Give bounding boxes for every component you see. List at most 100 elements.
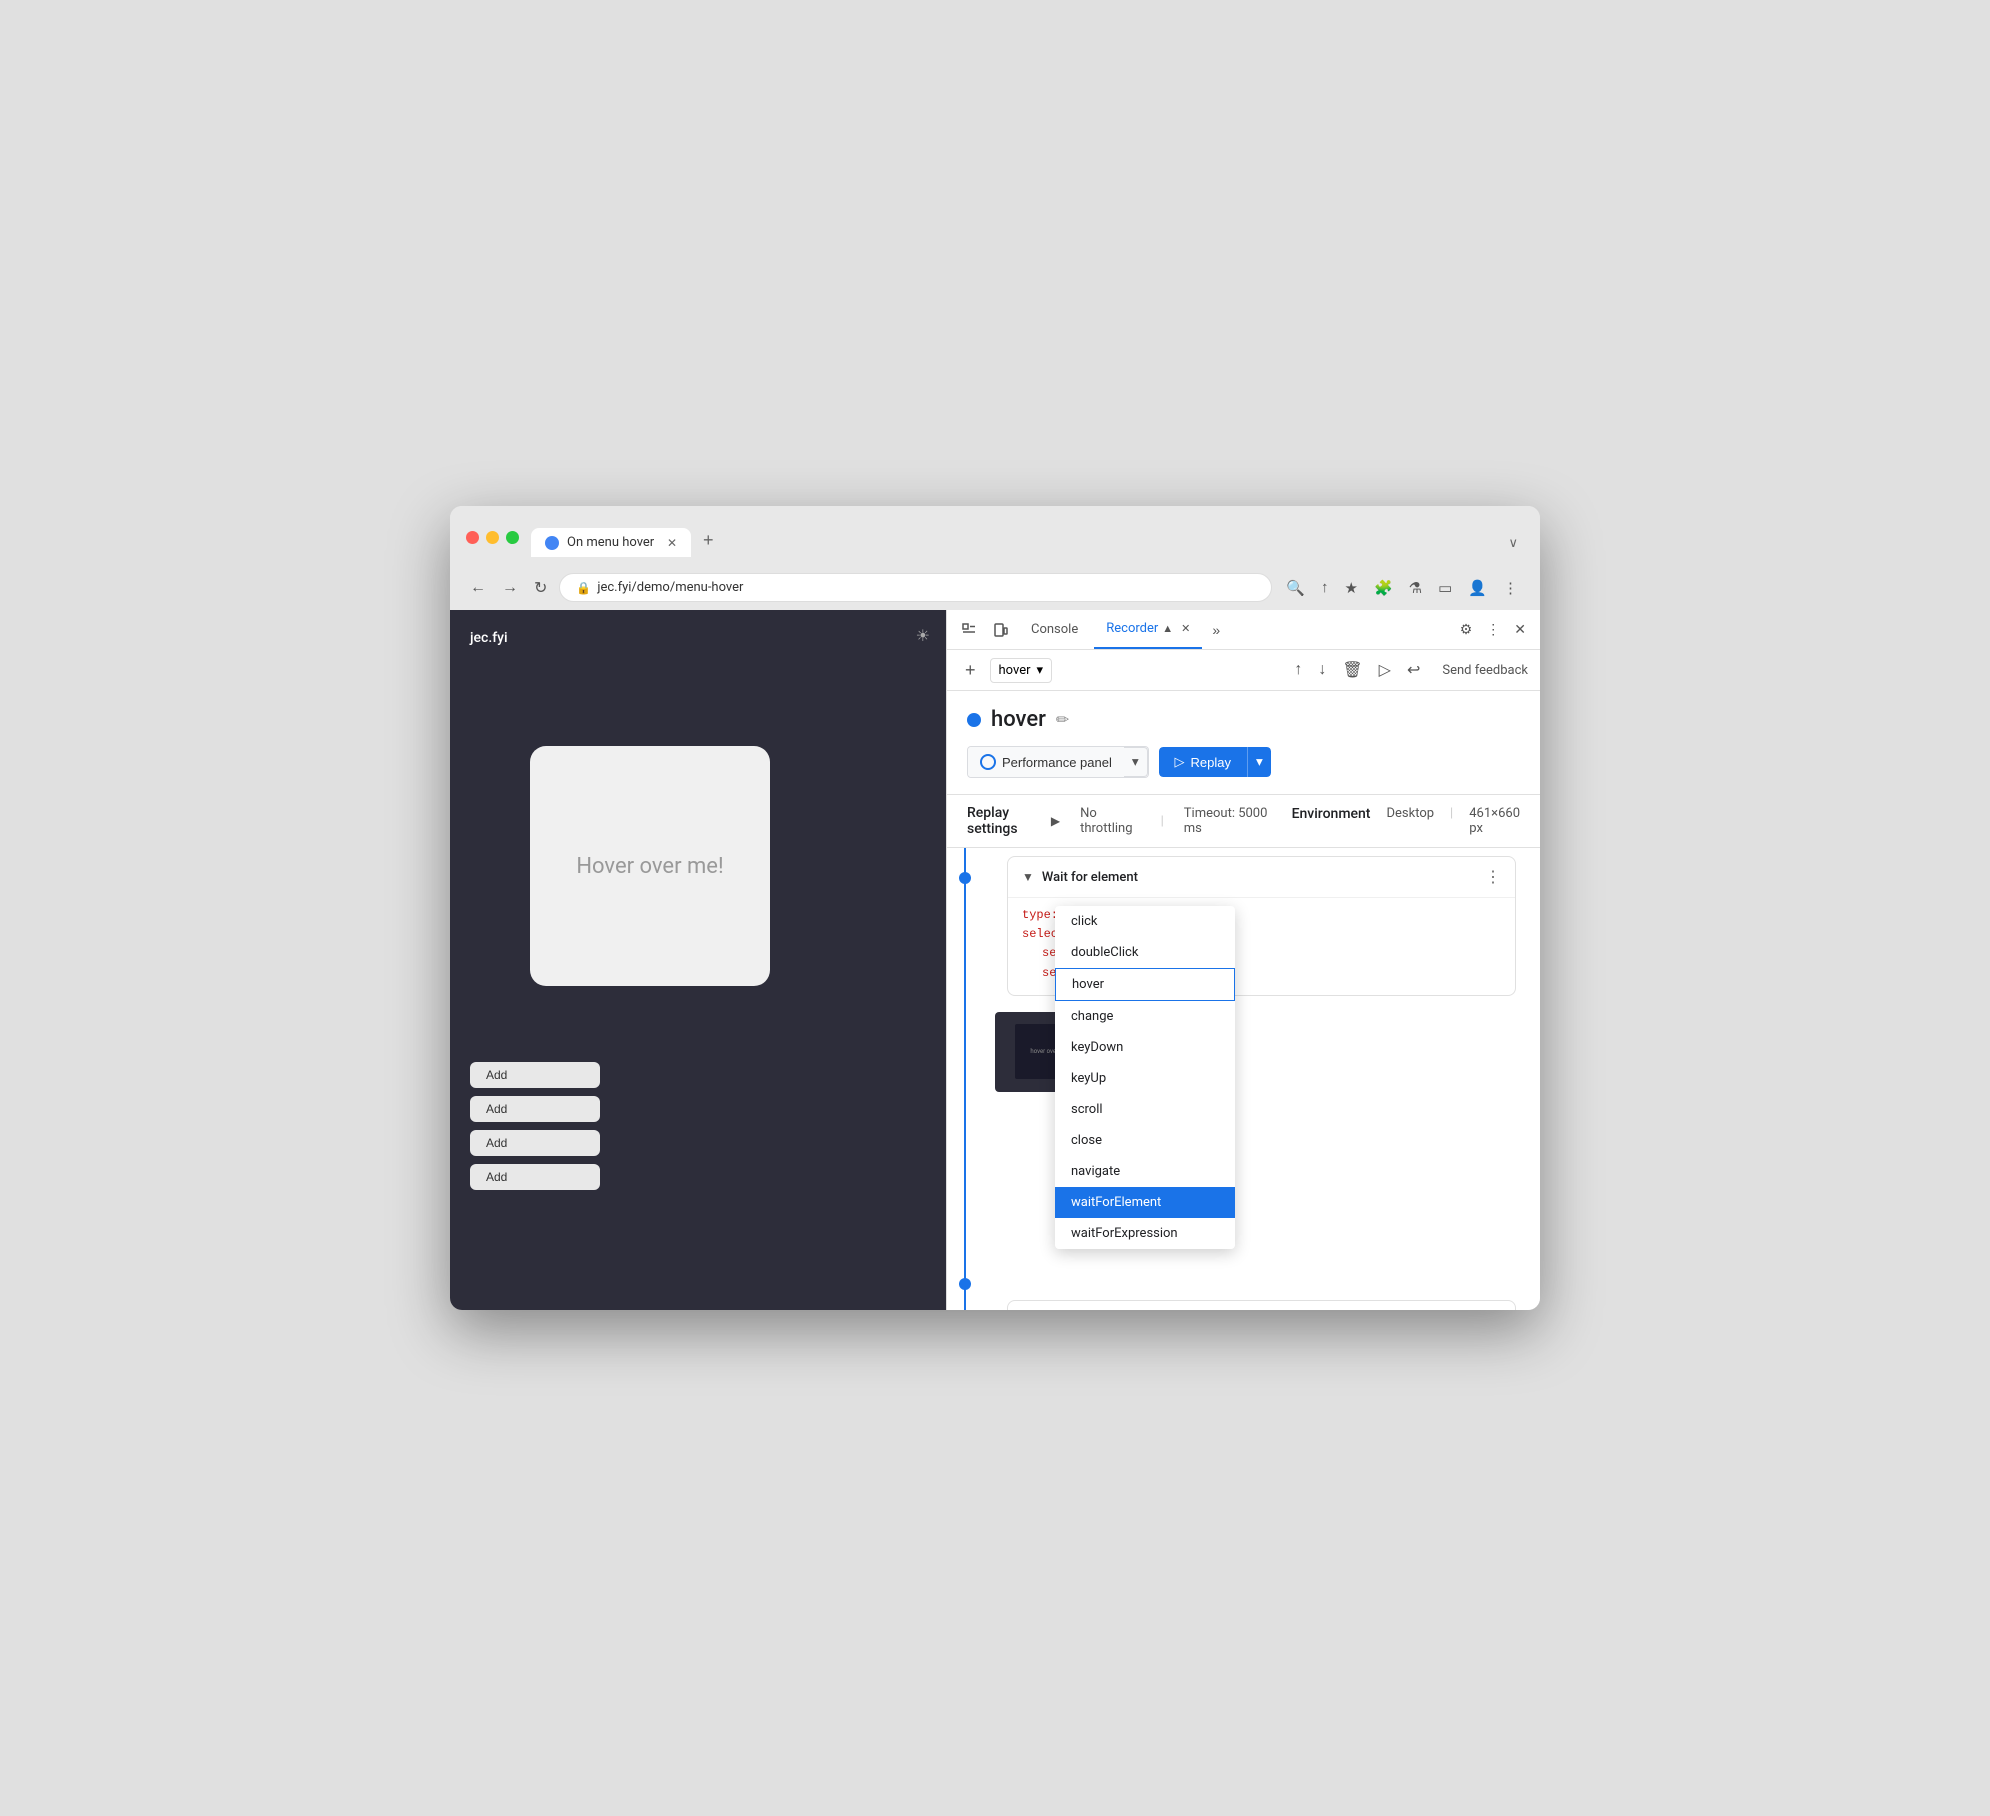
browser-toolbar-icons: 🔍 ↑ ★ 🧩 ⚗ ▭ 👤 ⋮ [1280, 575, 1524, 601]
extensions-button[interactable]: 🧩 [1368, 575, 1399, 601]
steps-list: ▼ Wait for element ⋮ type: [983, 848, 1540, 1310]
tab-recorder[interactable]: Recorder ▲ ✕ [1094, 610, 1202, 649]
undo-button[interactable]: ↩ [1401, 656, 1426, 684]
delete-button[interactable]: 🗑 [1336, 656, 1368, 684]
dropdown-item-waitforexpression[interactable]: waitForExpression [1055, 1218, 1235, 1249]
play-once-button[interactable]: ▷ [1373, 656, 1397, 684]
tab-favicon [545, 536, 559, 550]
devtools-panel: Console Recorder ▲ ✕ » ⚙ ⋮ ✕ [946, 610, 1540, 1310]
replay-settings-title: Replay settings [967, 805, 1045, 837]
tab-overflow-button[interactable]: ∨ [1502, 530, 1524, 557]
devtools-settings-button[interactable]: ⚙ [1454, 617, 1479, 642]
profile-button[interactable]: 👤 [1462, 575, 1493, 601]
dimensions-label: 461×660 px [1469, 806, 1520, 836]
step-1-menu-button[interactable]: ⋮ [1485, 867, 1501, 887]
recording-title: hover [991, 707, 1046, 732]
theme-toggle-button[interactable]: ☀ [916, 626, 930, 646]
hover-card[interactable]: Hover over me! [530, 746, 770, 986]
hover-card-text: Hover over me! [576, 854, 723, 879]
add-step-button-4[interactable]: Add [470, 1164, 600, 1190]
experiments-button[interactable]: ⚗ [1403, 575, 1428, 601]
add-step-buttons-container: Add Add Add Add [470, 1062, 600, 1190]
dropdown-item-scroll[interactable]: scroll [1055, 1094, 1235, 1125]
forward-button[interactable]: → [498, 575, 522, 601]
element-selector-icon[interactable] [955, 618, 983, 642]
device-toolbar-icon[interactable] [987, 618, 1015, 642]
url-text: jec.fyi/demo/menu-hover [597, 580, 743, 595]
title-bar: On menu hover ✕ + ∨ [450, 506, 1540, 565]
recording-info: hover ✏ Performance panel ▾ [947, 691, 1540, 795]
back-button[interactable]: ← [466, 575, 490, 601]
search-button[interactable]: 🔍 [1280, 575, 1311, 601]
browser-tab[interactable]: On menu hover ✕ [531, 528, 691, 557]
devtools-close-button[interactable]: ✕ [1508, 617, 1532, 642]
add-step-button-1[interactable]: Add [470, 1062, 600, 1088]
more-button[interactable]: ⋮ [1497, 575, 1524, 601]
add-step-button-3[interactable]: Add [470, 1130, 600, 1156]
sidebar-button[interactable]: ▭ [1432, 575, 1458, 601]
add-step-button-2[interactable]: Add [470, 1096, 600, 1122]
dropdown-item-keydown[interactable]: keyDown [1055, 1032, 1235, 1063]
tab-console[interactable]: Console [1019, 610, 1090, 649]
timeline-dot-1 [959, 872, 971, 884]
dropdown-item-doubleclick[interactable]: doubleClick [1055, 937, 1235, 968]
refresh-button[interactable]: ↻ [530, 574, 551, 602]
replay-settings-bar: Replay settings ▶ No throttling | Timeou… [947, 795, 1540, 848]
recording-status-dot [967, 713, 981, 727]
send-feedback-link[interactable]: Send feedback [1442, 663, 1528, 678]
export-button[interactable]: ↑ [1288, 656, 1308, 684]
replay-button[interactable]: ▷ Replay [1159, 747, 1247, 777]
recorder-action-buttons: ↑ ↓ 🗑 ▷ ↩ [1288, 656, 1426, 684]
settings-divider-1: | [1161, 814, 1164, 829]
wait-for-element-header[interactable]: ▼ Wait for element ⋮ [1008, 857, 1515, 897]
more-tabs-button[interactable]: » [1206, 618, 1226, 642]
timeline-dot-2 [959, 1278, 971, 1290]
tab-bar: On menu hover ✕ + ∨ [531, 524, 1524, 557]
replay-options-button[interactable]: ▾ [1247, 747, 1271, 777]
desktop-label: Desktop [1386, 806, 1434, 836]
page-content: jec.fyi ☀ Hover over me! Add Add Add Add [450, 610, 946, 1310]
performance-panel-icon [980, 754, 996, 770]
dropdown-item-navigate[interactable]: navigate [1055, 1156, 1235, 1187]
recorder-icon: ▲ [1162, 622, 1173, 635]
recording-select[interactable]: hover ▾ [990, 658, 1053, 683]
tab-close-button[interactable]: ✕ [667, 536, 677, 550]
type-dropdown-menu: click doubleClick hover change keyDown k… [1055, 906, 1235, 1249]
minimize-window-button[interactable] [486, 531, 499, 544]
code-key-type: type: [1022, 906, 1058, 925]
share-button[interactable]: ↑ [1315, 575, 1335, 600]
dropdown-item-change[interactable]: change [1055, 1001, 1235, 1032]
tab-recorder-label: Recorder [1106, 621, 1158, 636]
add-recording-button[interactable]: + [959, 658, 982, 683]
steps-scrollable: ▼ Wait for element ⋮ type: [947, 848, 1540, 1310]
replay-row: Performance panel ▾ ▷ Replay ▾ [967, 746, 1520, 778]
wait-for-element-container: ▼ Wait for element ⋮ type: [995, 856, 1528, 996]
click-step-header[interactable]: ▶ Click ⋮ [1008, 1301, 1515, 1310]
dropdown-item-hover[interactable]: hover [1055, 968, 1235, 1001]
new-tab-button[interactable]: + [693, 524, 724, 557]
performance-panel-dropdown-button[interactable]: ▾ [1124, 747, 1148, 777]
devtools-more-button[interactable]: ⋮ [1480, 617, 1506, 642]
address-input[interactable]: 🔒 jec.fyi/demo/menu-hover [559, 573, 1272, 602]
devtools-right-icons: ⚙ ⋮ ✕ [1454, 617, 1532, 642]
close-window-button[interactable] [466, 531, 479, 544]
no-throttling-label: No throttling [1080, 806, 1141, 836]
timeline-steps-layout: ▼ Wait for element ⋮ type: [947, 848, 1540, 1310]
bookmark-button[interactable]: ★ [1339, 575, 1364, 601]
traffic-lights [466, 531, 519, 544]
timeline-line [964, 848, 966, 1310]
close-recorder-tab-icon[interactable]: ✕ [1181, 622, 1190, 635]
import-button[interactable]: ↓ [1312, 656, 1332, 684]
tab-title: On menu hover [567, 535, 654, 550]
recording-title-row: hover ✏ [967, 707, 1520, 732]
edit-recording-name-icon[interactable]: ✏ [1056, 710, 1069, 729]
dropdown-item-waitforelement[interactable]: waitForElement [1055, 1187, 1235, 1218]
settings-divider-2: | [1450, 806, 1453, 836]
dropdown-item-keyup[interactable]: keyUp [1055, 1063, 1235, 1094]
performance-panel-button[interactable]: Performance panel [968, 747, 1124, 777]
timeline-sidebar [947, 848, 983, 1310]
dropdown-item-click[interactable]: click [1055, 906, 1235, 937]
maximize-window-button[interactable] [506, 531, 519, 544]
dropdown-item-close[interactable]: close [1055, 1125, 1235, 1156]
environment-title: Environment [1292, 806, 1371, 836]
